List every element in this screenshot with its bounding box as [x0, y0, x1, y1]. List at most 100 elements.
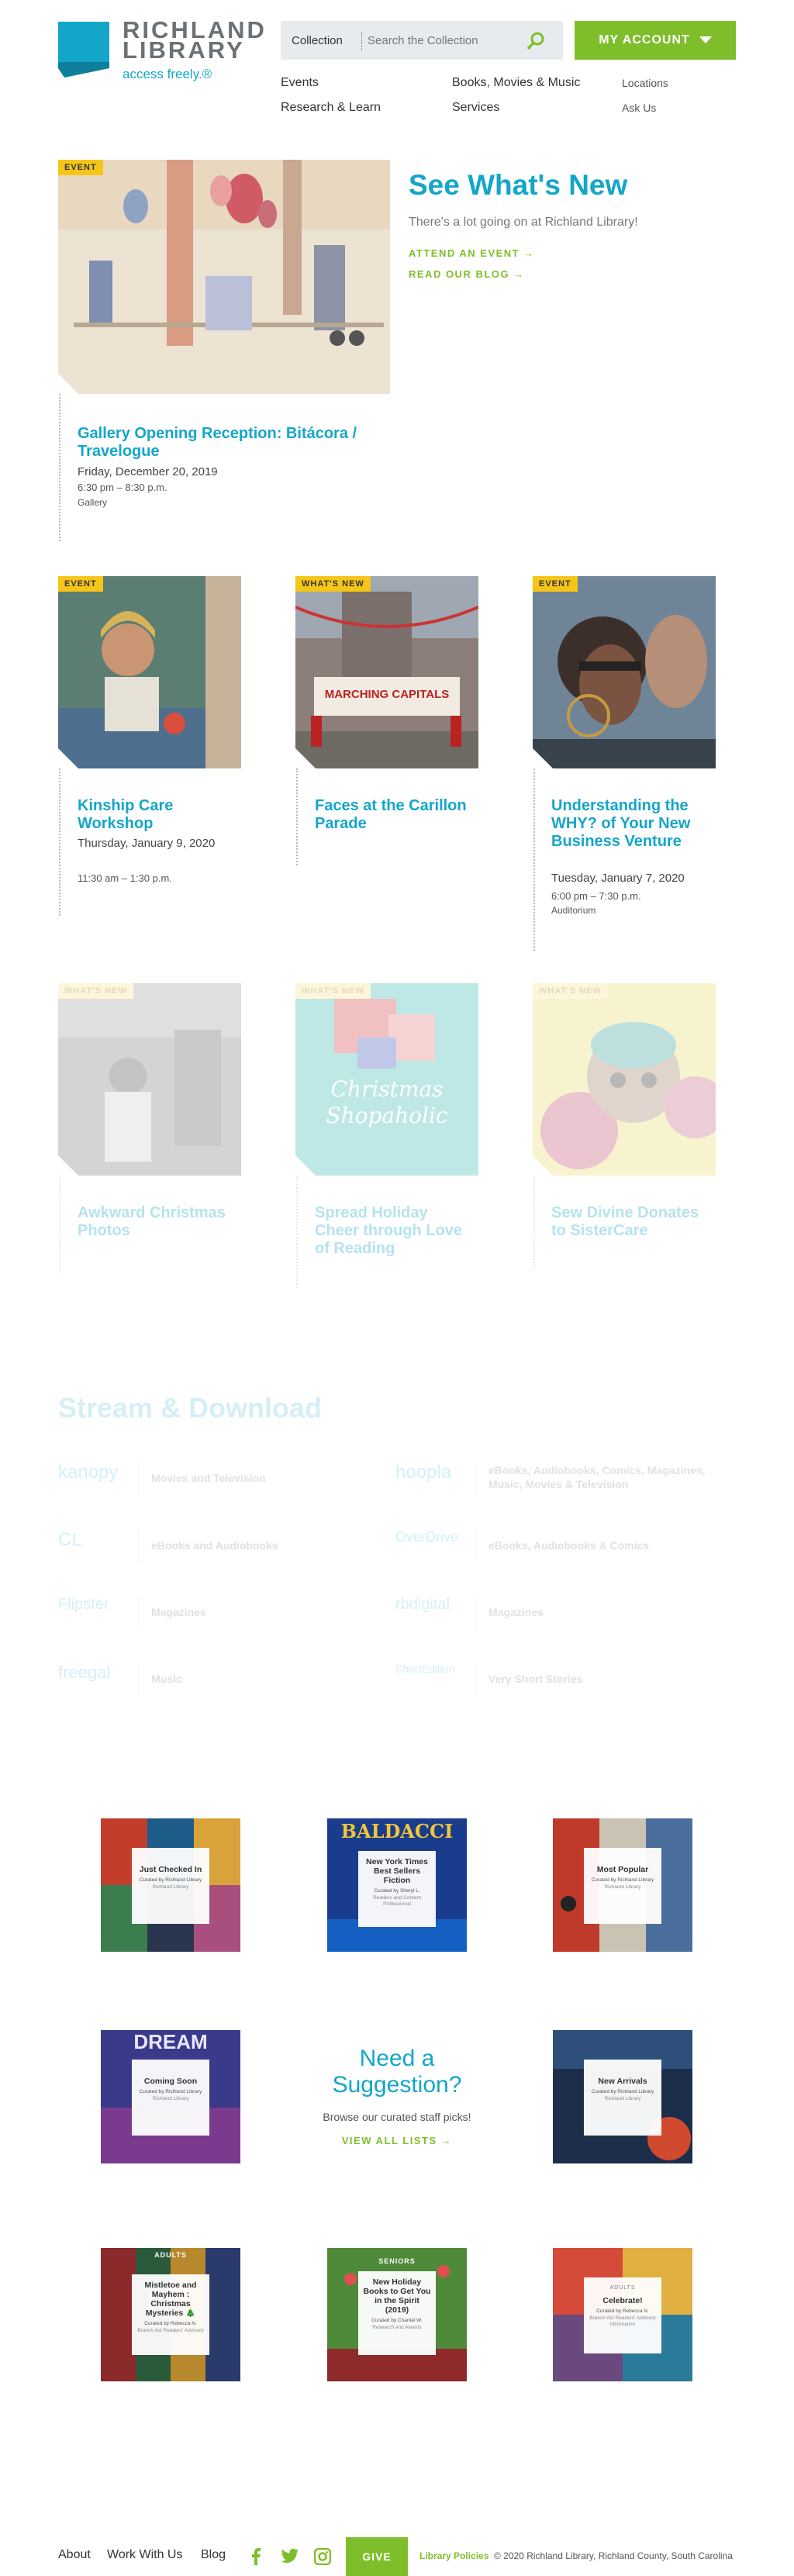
list-curator-role: Branch Act Readers' Advisory — [137, 2328, 204, 2333]
list-card: Coming Soon Curated by Richland Library … — [132, 2060, 209, 2136]
card-badge: EVENT — [58, 576, 103, 592]
nav-locations[interactable]: Locations — [622, 77, 668, 89]
corner-cut — [533, 748, 553, 768]
short-edition-logo[interactable]: ShortEdition — [395, 1663, 467, 1694]
divider — [138, 1462, 139, 1496]
stream-heading: Stream & Download — [58, 1392, 323, 1424]
list-card: New Holiday Books to Get You in the Spir… — [358, 2271, 436, 2355]
card-title-sew-divine[interactable]: Sew Divine Donates to SisterCare — [551, 1204, 706, 1240]
view-all-lists-link[interactable]: VIEW ALL LISTS → — [319, 2135, 475, 2146]
list-title: Mistletoe and Mayhem : Christmas Mysteri… — [144, 2281, 197, 2318]
footer-about-link[interactable]: About — [58, 2548, 91, 2562]
dotted-rule — [59, 1176, 60, 1272]
list-title: Just Checked In — [139, 1865, 202, 1874]
read-blog-link[interactable]: READ OUR BLOG → — [409, 268, 525, 280]
card-title-awkward[interactable]: Awkward Christmas Photos — [78, 1204, 233, 1240]
kanopy-desc: Movies and Television — [151, 1472, 266, 1484]
flipster-desc: Magazines — [151, 1606, 206, 1618]
card-image-sew-divine[interactable]: WHAT'S NEW — [533, 983, 716, 1176]
overdrive-desc: eBooks, Audiobooks & Comics — [488, 1539, 650, 1552]
list-coming-soon[interactable]: DREAM Coming Soon Curated by Richland Li… — [101, 2030, 240, 2163]
card-badge: WHAT'S NEW — [295, 576, 371, 592]
instagram-icon[interactable] — [313, 2547, 332, 2569]
shopaholic-cover-text: Christmas Shopaholic — [326, 1076, 448, 1128]
list-card: Mistletoe and Mayhem : Christmas Mysteri… — [132, 2274, 209, 2355]
cloudlibrary-desc: eBooks and Audiobooks — [151, 1539, 278, 1552]
search-icon[interactable] — [525, 30, 547, 52]
nav-research-learn[interactable]: Research & Learn — [281, 101, 381, 115]
nav-events[interactable]: Events — [281, 76, 319, 90]
card-badge: WHAT'S NEW — [533, 983, 608, 999]
kanopy-logo[interactable]: kanopy — [58, 1462, 129, 1493]
library-policies-link[interactable]: Library Policies — [419, 2550, 488, 2561]
list-new-arrivals[interactable]: New Arrivals Curated by Richland Library… — [553, 2030, 692, 2163]
divider — [138, 1663, 139, 1697]
card-title-kinship[interactable]: Kinship Care Workshop — [78, 797, 233, 833]
footer-work-link[interactable]: Work With Us — [107, 2548, 182, 2562]
list-title: Most Popular — [596, 1865, 649, 1874]
footer-blog-link[interactable]: Blog — [201, 2548, 226, 2562]
search-input[interactable] — [368, 29, 523, 51]
card-title-shopaholic[interactable]: Spread Holiday Cheer through Love of Rea… — [315, 1204, 470, 1258]
list-celebrate[interactable]: ADULTS Celebrate! Curated by Rebecca N. … — [553, 2248, 692, 2381]
freegal-logo[interactable]: freegal — [58, 1663, 129, 1694]
footer: About Work With Us Blog GIVE Library Pol… — [0, 2537, 794, 2576]
list-most-popular[interactable]: Most Popular Curated by Richland Library… — [553, 1818, 692, 1952]
hero-event-location: Gallery — [78, 497, 108, 508]
card-location-business: Auditorium — [551, 905, 596, 916]
list-just-checked-in[interactable]: Just Checked In Curated by Richland Libr… — [101, 1818, 240, 1952]
rbdigital-logo[interactable]: rbdigital — [395, 1596, 467, 1627]
flipster-logo[interactable]: Flipster — [58, 1596, 129, 1627]
card-image-awkward[interactable]: WHAT'S NEW — [58, 983, 241, 1176]
search-bar: Collection — [281, 21, 563, 60]
my-account-button[interactable]: MY ACCOUNT — [575, 21, 736, 60]
card-image-parade[interactable]: MARCHING CAPITALS WHAT'S NEW — [295, 576, 478, 768]
dotted-rule — [59, 394, 60, 541]
card-title-business[interactable]: Understanding the WHY? of Your New Busin… — [551, 797, 706, 851]
list-new-holiday-books[interactable]: SENIORS New Holiday Books to Get You in … — [327, 2248, 467, 2381]
list-curator: Curated by Richland Library — [139, 2089, 202, 2094]
overdrive-logo[interactable]: OverDrive — [395, 1529, 467, 1560]
cloudlibrary-logo[interactable]: CL — [58, 1529, 129, 1560]
my-account-label: MY ACCOUNT — [599, 33, 690, 47]
dotted-rule — [533, 768, 535, 951]
card-title-parade[interactable]: Faces at the Carillon Parade — [315, 797, 470, 833]
list-card: ADULTS Celebrate! Curated by Rebecca N. … — [584, 2277, 661, 2353]
card-date-business: Tuesday, January 7, 2020 — [551, 872, 685, 885]
suggestion-subtitle: Browse our curated staff picks! — [323, 2111, 471, 2123]
list-curator: Curated by Chantel W. — [371, 2318, 423, 2323]
attend-event-link[interactable]: ATTEND AN EVENT → — [409, 247, 535, 259]
seniors-cover-label: SENIORS — [378, 2257, 416, 2265]
facebook-icon[interactable] — [248, 2548, 264, 2569]
adults-cover-label: ADULTS — [154, 2251, 187, 2259]
card-image-shopaholic[interactable]: Christmas Shopaholic WHAT'S NEW — [295, 983, 478, 1176]
freegal-desc: Music — [151, 1673, 182, 1685]
hero-event-title[interactable]: Gallery Opening Reception: Bitácora / Tr… — [78, 425, 372, 461]
list-christmas-mysteries[interactable]: ADULTS Mistletoe and Mayhem : Christmas … — [101, 2248, 240, 2381]
logo-title[interactable]: RICHLAND LIBRARY — [123, 18, 264, 62]
hero-event-image[interactable]: EVENT — [58, 160, 390, 394]
list-card: New York Times Best Sellers Fiction Cura… — [358, 1851, 436, 1927]
twitter-icon[interactable] — [281, 2548, 299, 2569]
corner-cut — [295, 748, 316, 768]
list-curator: Curated by Sheryl L. — [374, 1888, 420, 1894]
card-image-kinship[interactable]: EVENT — [58, 576, 241, 768]
give-button[interactable]: GIVE — [346, 2537, 408, 2576]
list-curator-role: Richland Library — [152, 2096, 189, 2101]
list-card: Most Popular Curated by Richland Library… — [584, 1848, 661, 1924]
short-edition-desc: Very Short Stories — [488, 1673, 583, 1685]
list-nyt-best-sellers[interactable]: BALDACCI New York Times Best Sellers Fic… — [327, 1818, 467, 1952]
card-image-business[interactable]: EVENT — [533, 576, 716, 768]
dream-cover-text: DREAM — [133, 2030, 208, 2053]
nav-books-movies-music[interactable]: Books, Movies & Music — [452, 76, 580, 90]
list-card: Just Checked In Curated by Richland Libr… — [132, 1848, 209, 1924]
card-date-kinship: Thursday, January 9, 2020 — [78, 837, 216, 850]
nav-ask-us[interactable]: Ask Us — [622, 102, 656, 114]
nav-services[interactable]: Services — [452, 101, 499, 115]
search-scope-select[interactable]: Collection — [292, 34, 343, 47]
hoopla-logo[interactable]: hoopla — [395, 1462, 467, 1493]
library-logo-icon[interactable] — [58, 22, 109, 78]
list-title: New York Times Best Sellers Fiction — [366, 1857, 428, 1885]
card-badge: WHAT'S NEW — [295, 983, 371, 999]
suggestion-title: Need a Suggestion? — [332, 2046, 462, 2098]
